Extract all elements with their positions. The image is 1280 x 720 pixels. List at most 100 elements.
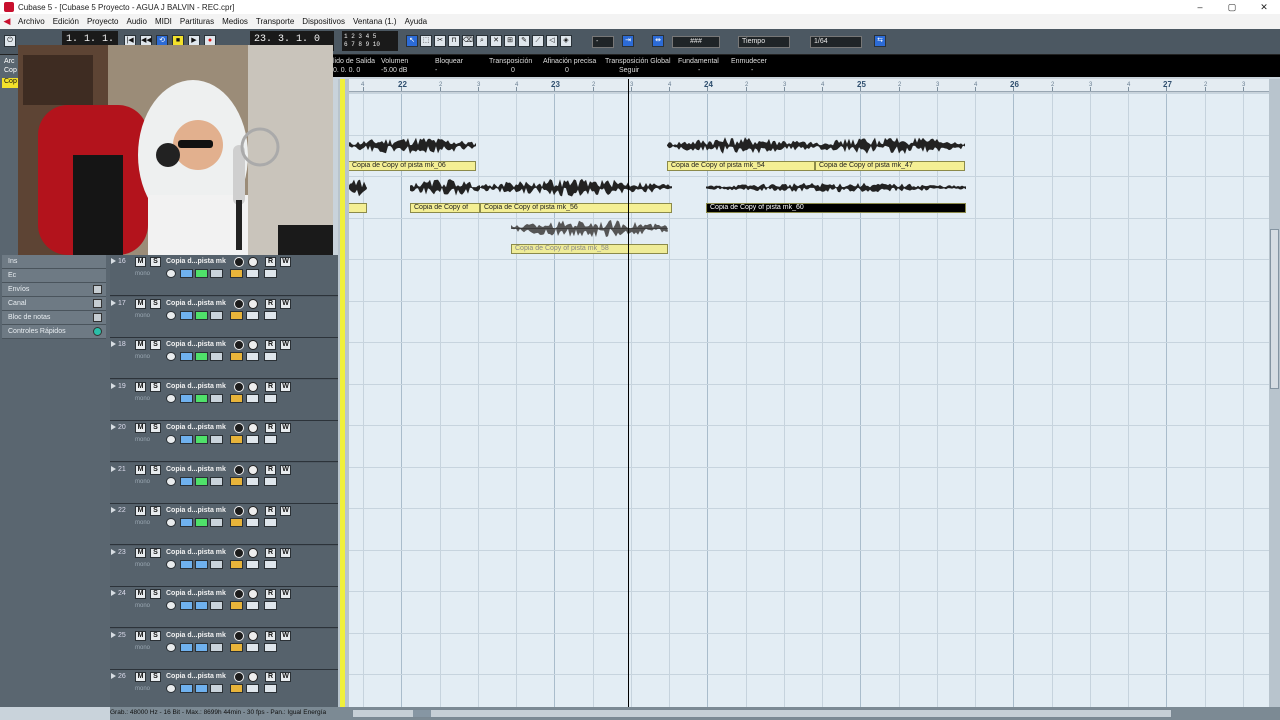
automation-icon[interactable] [264,559,277,569]
read-automation-button[interactable]: R [265,630,276,641]
expand-icon[interactable] [111,548,116,555]
info-value[interactable]: 0. 0. 0. 0 [333,66,375,75]
track-name[interactable]: Copia d...pista mk [166,383,226,390]
inspector-channel[interactable]: Canal [2,297,106,311]
track-header[interactable]: 24 M S Copia d...pista mk R Wmono [110,587,338,628]
eq-icon[interactable] [210,310,223,320]
mute-button[interactable]: M [135,257,146,267]
track-name[interactable]: Copia d...pista mk [166,632,226,639]
read-automation-button[interactable]: R [265,672,276,682]
edit-channel-icon[interactable] [166,559,176,569]
edit-channel-icon[interactable] [166,352,176,361]
track-name[interactable]: Copia d...pista mk [166,341,226,348]
expand-icon[interactable] [111,341,116,347]
folder-icon[interactable] [246,518,259,527]
menu-partituras[interactable]: Partituras [176,17,218,26]
lane-icon[interactable] [230,642,243,652]
audio-event[interactable]: Copia de Copy of pista mk_56 [480,172,672,213]
menu-archivo[interactable]: Archivo [14,17,49,26]
color-tool-icon[interactable]: ◈ [560,35,572,47]
mute-button[interactable]: M [135,672,146,682]
solo-button[interactable]: S [150,257,161,267]
audio-event[interactable]: Copia de Copy of [410,172,480,213]
audio-event[interactable]: Copia de Copy of pista mk_06 [349,130,476,171]
write-automation-button[interactable]: W [280,464,291,475]
input-routing-icon[interactable] [180,393,193,403]
app-menu-icon[interactable]: ◀ [0,16,14,27]
expand-icon[interactable] [111,590,116,596]
write-automation-button[interactable]: W [280,298,291,309]
audio-event[interactable]: Copia de Copy of pista mk_54 [667,130,815,171]
inspector-sends[interactable]: Envíos [2,283,106,297]
info-value[interactable]: -5.00 dB [381,66,408,75]
input-routing-icon[interactable] [180,601,193,610]
info-value[interactable]: - [731,66,767,75]
input-routing-icon[interactable] [180,642,193,652]
input-routing-icon[interactable] [180,559,193,569]
info-value[interactable]: 0 [489,66,532,75]
monitor-icon[interactable] [234,464,244,475]
automation-icon[interactable] [264,269,277,278]
eq-icon[interactable] [210,518,223,527]
speaker-icon[interactable] [248,672,258,682]
write-automation-button[interactable]: W [280,630,291,641]
speaker-icon[interactable] [248,506,258,516]
automation-icon[interactable] [264,393,277,403]
lane-icon[interactable] [230,269,243,278]
insert-bypass-icon[interactable] [195,601,208,610]
horizontal-scrollbar[interactable] [352,709,1172,718]
grid-type-field[interactable]: ### [672,36,720,48]
folder-icon[interactable] [246,310,259,320]
folder-icon[interactable] [246,476,259,486]
monitor-icon[interactable] [234,298,244,309]
automation-icon[interactable] [264,601,277,610]
sends-toggle-icon[interactable] [93,285,102,294]
minimize-button[interactable]: – [1184,0,1216,14]
solo-button[interactable]: S [150,506,161,516]
monitor-icon[interactable] [234,630,244,641]
edit-channel-icon[interactable] [166,518,176,527]
monitor-icon[interactable] [234,672,244,682]
info-value[interactable]: - [678,66,719,75]
read-automation-button[interactable]: R [265,340,276,350]
automation-icon[interactable] [264,352,277,361]
inspector-track-name[interactable]: Cop [2,78,18,88]
insert-bypass-icon[interactable] [195,269,208,278]
snap-toggle-button[interactable]: ⇹ [652,35,664,47]
lane-icon[interactable] [230,684,243,693]
mute-button[interactable]: M [135,423,146,433]
menu-transporte[interactable]: Transporte [252,17,298,26]
automation-icon[interactable] [264,642,277,652]
lane-icon[interactable] [230,476,243,486]
audio-event[interactable]: Copia de Copy of pista mk_47 [815,130,965,171]
mute-button[interactable]: M [135,298,146,309]
edit-channel-icon[interactable] [166,269,176,278]
solo-button[interactable]: S [150,464,161,475]
monitor-icon[interactable] [234,589,244,599]
mute-button[interactable]: M [135,340,146,350]
info-value[interactable]: 0 [543,66,596,75]
audio-event[interactable]: Copia de Copy of pista mk_58 [511,213,668,254]
insert-bypass-icon[interactable] [195,518,208,527]
speaker-icon[interactable] [248,340,258,350]
solo-button[interactable]: S [150,589,161,599]
monitor-icon[interactable] [234,257,244,267]
track-header[interactable]: 19 M S Copia d...pista mk R Wmono [110,379,338,421]
info-value[interactable]: Seguir [605,66,671,75]
read-automation-button[interactable]: R [265,589,276,599]
folder-icon[interactable] [246,393,259,403]
mute-button[interactable]: M [135,630,146,641]
automation-icon[interactable] [264,476,277,486]
track-name[interactable]: Copia d...pista mk [166,673,226,680]
snap-value-field[interactable]: - [592,36,614,48]
speaker-icon[interactable] [248,298,258,309]
track-header[interactable]: 22 M S Copia d...pista mk R Wmono [110,504,338,545]
mute-button[interactable]: M [135,589,146,599]
folder-icon[interactable] [246,684,259,693]
eq-icon[interactable] [210,476,223,486]
automation-icon[interactable] [264,435,277,444]
speaker-icon[interactable] [248,547,258,558]
edit-channel-icon[interactable] [166,684,176,693]
play-tool-icon[interactable]: ◁ [546,35,558,47]
marker-numpad[interactable]: 1 2 3 4 5 6 7 8 9 10 [342,31,398,51]
